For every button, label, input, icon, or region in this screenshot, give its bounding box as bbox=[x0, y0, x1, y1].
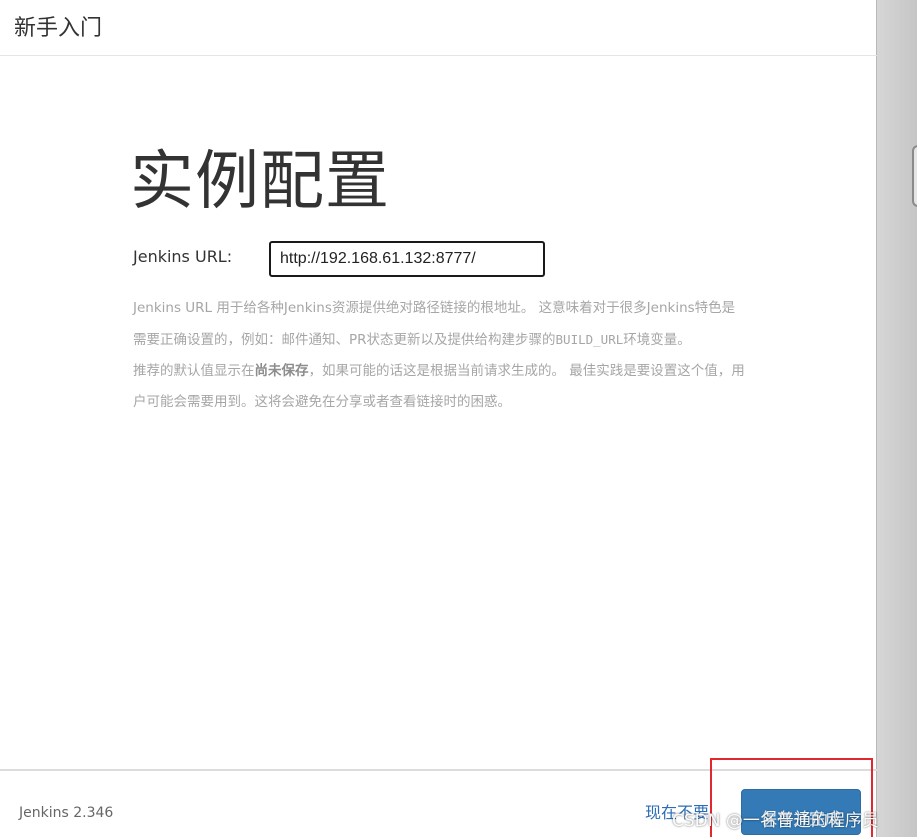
dialog-header: 新手入门 bbox=[0, 0, 877, 56]
scrollbar-handle[interactable] bbox=[912, 145, 917, 207]
skip-link[interactable]: 现在不要 bbox=[645, 799, 709, 823]
background-page bbox=[877, 0, 917, 837]
jenkins-url-input[interactable] bbox=[269, 241, 545, 277]
jenkins-version: Jenkins 2.346 bbox=[19, 805, 114, 821]
setup-wizard-dialog: 新手入门 实例配置 Jenkins URL: Jenkins URL 用于给各种… bbox=[0, 0, 877, 837]
screen: 新手入门 实例配置 Jenkins URL: Jenkins URL 用于给各种… bbox=[0, 0, 917, 837]
help-paragraph-1: Jenkins URL 用于给各种Jenkins资源提供绝对路径链接的根地址。 … bbox=[133, 300, 736, 348]
help-paragraph-2: 推荐的默认值显示在尚未保存，如果可能的话这是根据当前请求生成的。 最佳实践是要设… bbox=[133, 363, 745, 410]
build-url-code: BUILD_URL bbox=[555, 332, 624, 347]
not-saved-emphasis: 尚未保存 bbox=[254, 363, 309, 379]
dialog-footer: Jenkins 2.346 现在不要 保存并完成 bbox=[0, 769, 877, 837]
jenkins-url-help: Jenkins URL 用于给各种Jenkins资源提供绝对路径链接的根地址。 … bbox=[133, 293, 745, 418]
jenkins-url-label: Jenkins URL: bbox=[133, 247, 233, 266]
save-and-finish-button[interactable]: 保存并完成 bbox=[741, 789, 861, 835]
dialog-title: 新手入门 bbox=[14, 16, 103, 41]
page-title: 实例配置 bbox=[130, 145, 390, 219]
